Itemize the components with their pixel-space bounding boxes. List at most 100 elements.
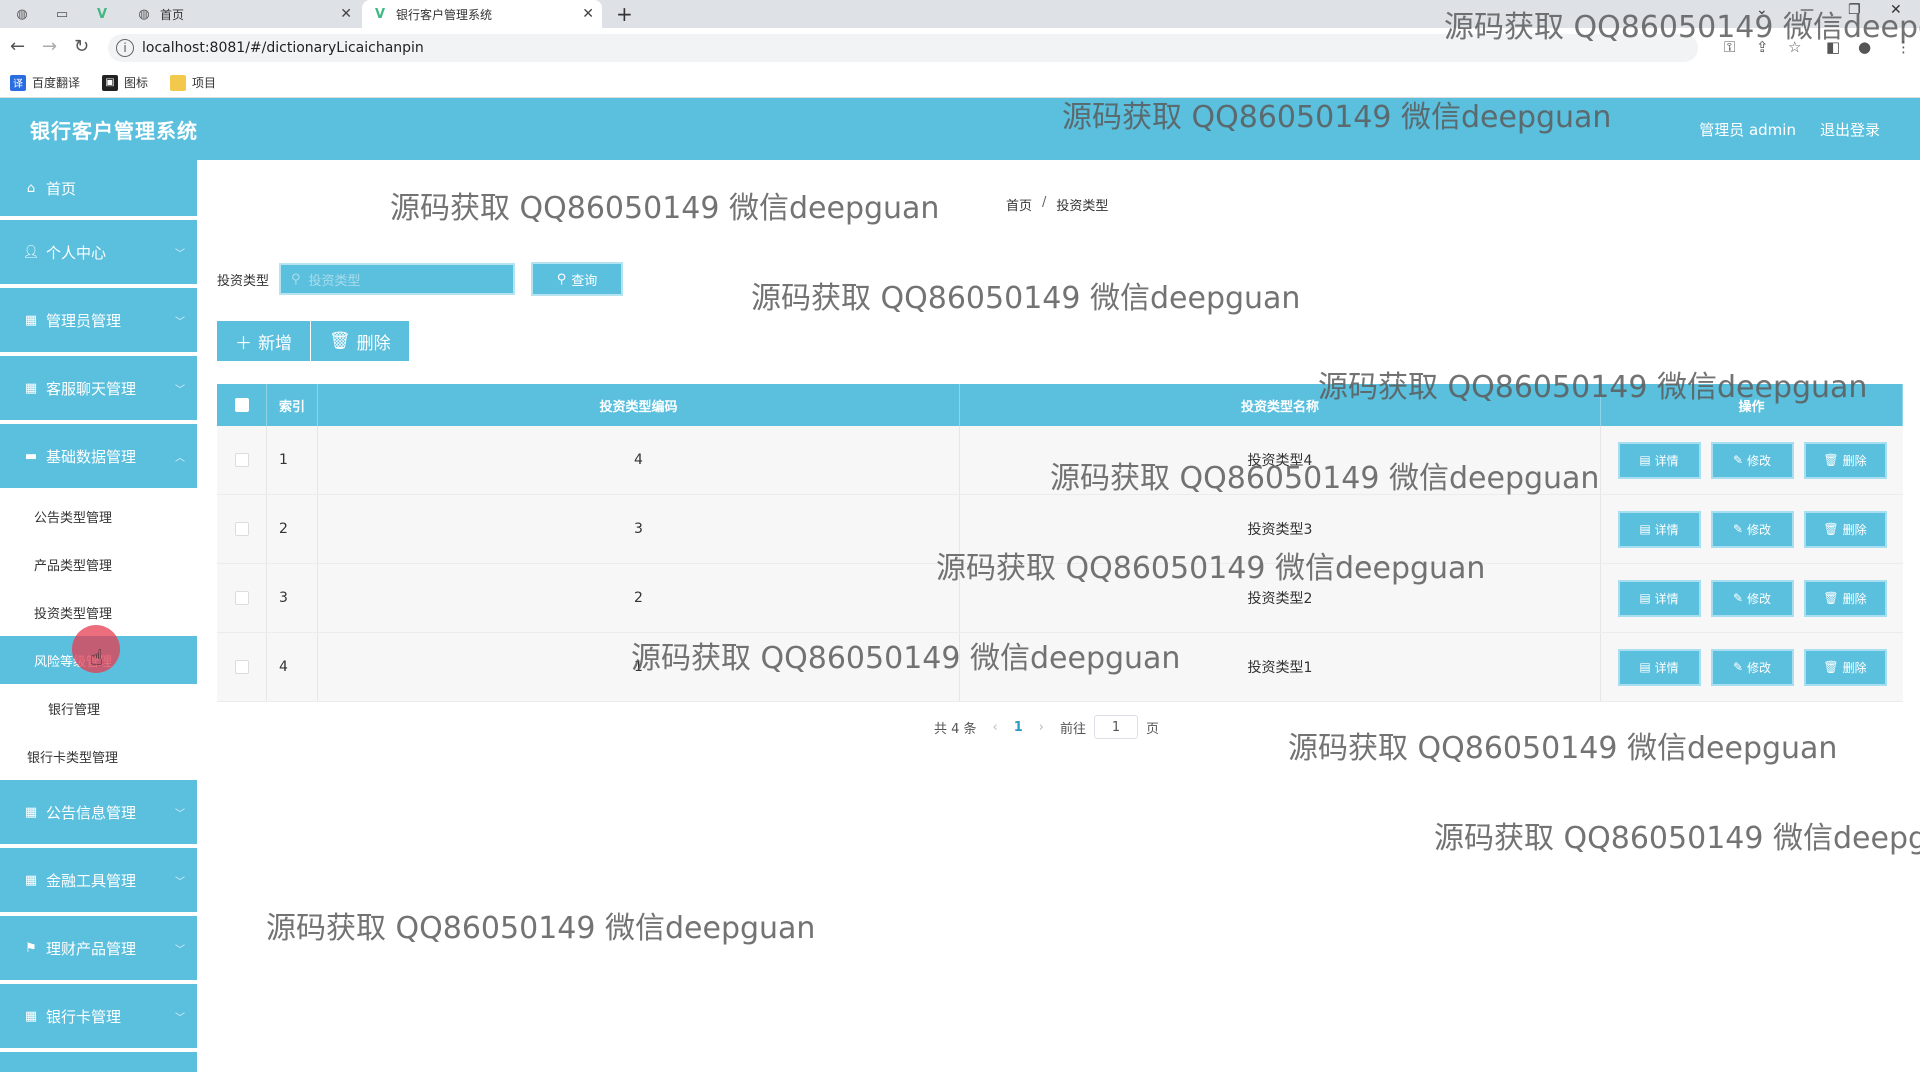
key-icon[interactable]: ⚿ [1724,38,1735,56]
sidebar-item-label: 理财产品管理 [46,939,137,958]
next-page-icon[interactable]: › [1039,720,1044,735]
current-page[interactable]: 1 [1014,720,1023,735]
sidebar-item-label: 管理员管理 [46,311,122,330]
flag-icon: ⚑ [25,940,37,956]
window-close-icon[interactable]: ✕ [1890,2,1902,18]
detail-button[interactable]: ▤ 详情 [1617,441,1701,479]
admin-label: 管理员 admin [1699,120,1796,139]
browser-tab-pinned-1[interactable]: ◍ [14,0,30,28]
batch-delete-button[interactable]: 🗑︎ 删除 [311,321,409,361]
grid-icon: ▦ [24,380,38,396]
row-checkbox[interactable] [234,522,249,536]
logout-link[interactable]: 退出登录 [1820,119,1880,140]
browser-tab-home[interactable]: ◍ 首页 ✕ [132,0,360,28]
detail-label: 详情 [1654,660,1679,675]
row-checkbox[interactable] [234,660,249,674]
delete-button[interactable]: 🗑︎ 删除 [1803,579,1887,617]
watermark: 源码获取 QQ86050149 微信deepguan [390,191,940,226]
delete-button[interactable]: 🗑︎ 删除 [1803,648,1887,686]
folder-icon [170,74,187,91]
breadcrumb-home[interactable]: 首页 [1006,195,1032,214]
sidebar-item-finance-tools[interactable]: ▦ 金融工具管理 ﹀ [0,848,197,916]
chevron-down-icon[interactable]: ⌄ [1756,2,1768,18]
hand-pointer-icon: ☝ [90,646,104,671]
share-icon[interactable]: ⇪ [1756,38,1769,56]
bookmark-project[interactable]: 项目 [170,74,216,91]
close-icon[interactable]: ✕ [582,6,594,22]
sidebar-item-label: 基础数据管理 [46,447,137,466]
back-arrow-icon[interactable]: ← [10,36,25,57]
reload-icon[interactable]: ↻ [74,36,89,57]
new-tab-button[interactable]: + [616,2,633,26]
menu-dots-icon[interactable]: ⋮ [1896,38,1911,56]
search-input[interactable]: ⚲ 投资类型 [279,263,516,295]
sidebar-item-chat[interactable]: ▦ 客服聊天管理 ﹀ [0,356,197,424]
sidebar-subitem-product-type[interactable]: 产品类型管理 [0,540,197,588]
sidebar-item-partial[interactable] [0,1052,197,1072]
sidepanel-icon[interactable]: ◧ [1826,38,1840,56]
trash-icon: 🗑︎ [1823,522,1839,536]
browser-tab-pinned-3[interactable]: V [94,0,110,28]
edit-button[interactable]: ✎ 修改 [1710,579,1794,617]
detail-button[interactable]: ▤ 详情 [1617,648,1701,686]
detail-button[interactable]: ▤ 详情 [1617,579,1701,617]
row-name: 投资类型3 [960,495,1601,563]
pagination-goto: 前往 1 页 [1060,715,1159,739]
row-index: 4 [267,633,318,701]
subitem-label: 银行卡类型管理 [27,750,119,766]
delete-label: 删除 [1842,660,1867,675]
bookmarks-bar: 译 百度翻译 ▣ 图标 项目 [0,68,1920,98]
browser-tab-pinned-2[interactable]: ▭ [54,0,70,28]
sidebar-item-label: 个人中心 [46,243,107,262]
breadcrumb-separator: / [1042,195,1047,210]
table-row: 2 3 投资类型3 ▤ 详情 ✎ 修改 🗑︎ 删除 [217,495,1903,564]
header-index: 索引 [267,384,318,426]
browser-tab-app[interactable]: V 银行客户管理系统 ✕ [362,0,602,28]
close-icon[interactable]: ✕ [340,6,352,22]
edit-button[interactable]: ✎ 修改 [1710,648,1794,686]
edit-label: 修改 [1747,660,1772,675]
query-button[interactable]: ⚲ 查询 [531,262,624,296]
url-field[interactable]: i localhost:8081/#/dictionaryLicaichanpi… [108,34,1698,62]
row-checkbox-cell [217,426,267,494]
sidebar-subitem-bank[interactable]: 银行管理 [0,684,197,732]
browser-tabstrip: ◍ ▭ V ◍ 首页 ✕ V 银行客户管理系统 ✕ + ⌄ — ❐ ✕ [0,0,1920,28]
info-icon[interactable]: i [116,39,134,57]
sidebar-item-admin[interactable]: ▦ 管理员管理 ﹀ [0,288,197,356]
profile-icon[interactable]: ● [1858,38,1871,56]
row-ops: ▤ 详情 ✎ 修改 🗑︎ 删除 [1601,495,1903,563]
row-checkbox[interactable] [234,591,249,605]
bookmark-icons[interactable]: ▣ 图标 [102,74,148,91]
sidebar-item-bank-card[interactable]: ▦ 银行卡管理 ﹀ [0,984,197,1052]
detail-button[interactable]: ▤ 详情 [1617,510,1701,548]
goto-prefix: 前往 [1060,721,1087,737]
sidebar-subitem-notice-type[interactable]: 公告类型管理 [0,492,197,540]
edit-button[interactable]: ✎ 修改 [1710,441,1794,479]
sidebar-item-home[interactable]: ⌂ 首页 [0,160,197,220]
sidebar-item-wealth-products[interactable]: ⚑ 理财产品管理 ﹀ [0,916,197,984]
sidebar-subitem-card-type[interactable]: 银行卡类型管理 [0,732,197,780]
restore-icon[interactable]: ❐ [1848,2,1861,18]
sidebar-item-basic-data[interactable]: ▬ 基础数据管理 ︿ [0,424,197,492]
sidebar-item-profile[interactable]: 👤︎ 个人中心 ﹀ [0,220,197,288]
prev-page-icon[interactable]: ‹ [993,720,998,735]
add-button[interactable]: ＋ 新增 [217,321,310,361]
edit-label: 修改 [1747,522,1772,537]
sidebar-item-notice[interactable]: ▦ 公告信息管理 ﹀ [0,780,197,848]
detail-label: 详情 [1654,522,1679,537]
edit-button[interactable]: ✎ 修改 [1710,510,1794,548]
star-icon[interactable]: ☆ [1788,38,1801,56]
delete-button[interactable]: 🗑︎ 删除 [1803,441,1887,479]
pagination-total: 共 4 条 [934,721,977,737]
forward-arrow-icon[interactable]: → [42,36,57,57]
select-all-checkbox[interactable] [234,398,249,412]
minimize-icon[interactable]: — [1800,2,1814,18]
bookmark-translate[interactable]: 译 百度翻译 [10,74,80,91]
delete-button[interactable]: 🗑︎ 删除 [1803,510,1887,548]
edit-icon: ✎ [1732,591,1744,605]
pagination: 共 4 条 ‹ 1 › 前往 1 页 [934,715,1159,739]
goto-page-input[interactable]: 1 [1094,715,1139,739]
header-checkbox-cell [217,384,267,426]
action-row: ＋ 新增 🗑︎ 删除 [217,321,409,361]
row-checkbox[interactable] [234,453,249,467]
